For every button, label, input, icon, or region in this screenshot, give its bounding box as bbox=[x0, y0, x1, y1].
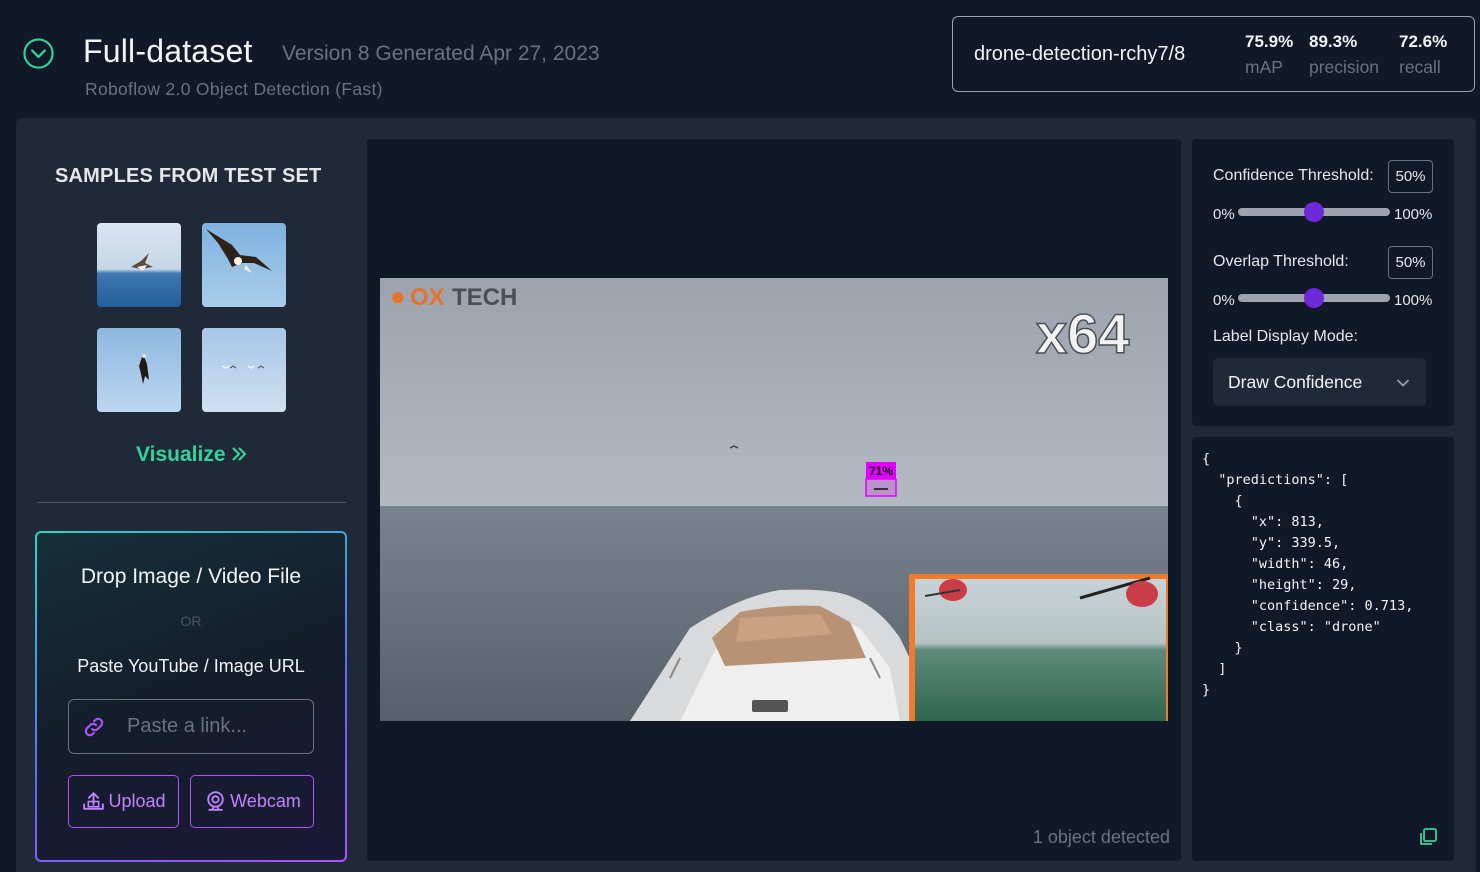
svg-text:●: ● bbox=[390, 281, 406, 311]
collapse-chevron-icon[interactable] bbox=[22, 37, 55, 70]
metric-precision: 89.3% precision bbox=[1309, 32, 1379, 78]
inference-image: ● OX TECH x64 71% bbox=[380, 278, 1168, 721]
zoom-overlay-text: x64 bbox=[1036, 302, 1129, 365]
sample-thumbnail[interactable] bbox=[202, 223, 286, 307]
samples-title: SAMPLES FROM TEST SET bbox=[55, 165, 322, 187]
model-metrics-card: drone-detection-rchy7/8 75.9% mAP 89.3% … bbox=[952, 16, 1475, 92]
label-display-mode-select[interactable]: Draw Confidence bbox=[1213, 358, 1426, 406]
drop-title: Drop Image / Video File bbox=[80, 565, 302, 588]
upload-icon bbox=[83, 792, 105, 810]
sample-thumbnail[interactable] bbox=[202, 328, 286, 412]
confidence-slider[interactable] bbox=[1238, 202, 1390, 222]
label-display-mode-value: Draw Confidence bbox=[1228, 372, 1363, 392]
objects-detected-count: 1 object detected bbox=[1032, 827, 1170, 847]
json-output: { "predictions": [ { "x": 813, "y": 339.… bbox=[1202, 451, 1414, 698]
confidence-slider-thumb[interactable] bbox=[1304, 202, 1324, 222]
divider bbox=[37, 502, 346, 503]
overlap-slider[interactable] bbox=[1238, 288, 1390, 308]
svg-text:OX: OX bbox=[410, 284, 445, 311]
copy-icon[interactable] bbox=[1418, 827, 1438, 847]
upload-label: Upload bbox=[108, 791, 166, 811]
link-input[interactable] bbox=[127, 700, 307, 753]
page-title: Full-dataset bbox=[83, 33, 253, 69]
metric-value: 72.6% bbox=[1399, 32, 1448, 51]
metric-label: mAP bbox=[1245, 57, 1283, 77]
sample-thumbnail[interactable] bbox=[97, 223, 181, 307]
model-type: Roboflow 2.0 Object Detection (Fast) bbox=[85, 79, 383, 99]
metric-label: recall bbox=[1399, 57, 1441, 77]
detection-label: 71% bbox=[869, 464, 893, 478]
confidence-threshold-value[interactable]: 50% bbox=[1388, 160, 1433, 193]
confidence-slider-max: 100% bbox=[1394, 206, 1433, 223]
overlap-slider-min: 0% bbox=[1213, 292, 1235, 309]
overlap-slider-max: 100% bbox=[1394, 292, 1433, 309]
link-icon bbox=[84, 717, 104, 737]
confidence-threshold-label: Confidence Threshold: bbox=[1213, 167, 1374, 184]
webcam-label: Webcam bbox=[230, 791, 301, 811]
metric-value: 89.3% bbox=[1309, 32, 1358, 51]
link-input-wrapper bbox=[68, 699, 314, 754]
json-output-panel: { "predictions": [ { "x": 813, "y": 339.… bbox=[1192, 437, 1454, 861]
video-logo-text: TECH bbox=[452, 284, 517, 311]
visualize-link[interactable]: Visualize bbox=[136, 443, 247, 467]
label-display-mode-label: Label Display Mode: bbox=[1213, 328, 1358, 345]
metric-value: 75.9% bbox=[1245, 32, 1294, 51]
visualize-label: Visualize bbox=[136, 443, 226, 466]
double-chevron-right-icon bbox=[232, 447, 247, 461]
or-separator: OR bbox=[180, 613, 202, 629]
version-info: Version 8 Generated Apr 27, 2023 bbox=[282, 42, 600, 65]
metric-recall: 72.6% recall bbox=[1399, 32, 1447, 78]
overlap-slider-thumb[interactable] bbox=[1304, 288, 1324, 308]
model-id: drone-detection-rchy7/8 bbox=[974, 43, 1186, 65]
confidence-slider-min: 0% bbox=[1213, 206, 1235, 223]
metric-label: precision bbox=[1309, 57, 1380, 77]
webcam-button[interactable]: Webcam bbox=[190, 775, 314, 828]
file-drop-zone[interactable]: Drop Image / Video File OR Paste YouTube… bbox=[35, 531, 347, 862]
overlap-threshold-value[interactable]: 50% bbox=[1388, 246, 1433, 279]
paste-url-label: Paste YouTube / Image URL bbox=[77, 656, 305, 676]
inference-viewer: ● OX TECH x64 71% 1 object detected bbox=[367, 139, 1181, 861]
overlap-threshold-label: Overlap Threshold: bbox=[1213, 253, 1349, 270]
sample-thumbnail[interactable] bbox=[97, 328, 181, 412]
chevron-down-icon bbox=[1397, 379, 1409, 387]
upload-button[interactable]: Upload bbox=[68, 775, 179, 828]
inference-settings-panel: Confidence Threshold: 50% 0% 100% Overla… bbox=[1192, 139, 1454, 426]
webcam-icon bbox=[207, 791, 224, 811]
metric-map: 75.9% mAP bbox=[1245, 32, 1293, 78]
